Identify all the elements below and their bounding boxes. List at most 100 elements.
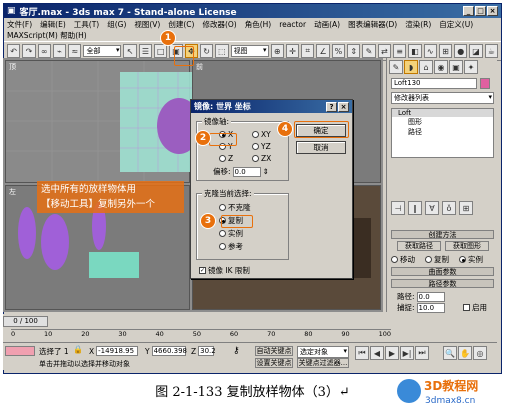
stack-item-path[interactable]: 路径 xyxy=(392,127,493,137)
creation-method-rollout[interactable]: 创建方法 xyxy=(391,230,494,239)
redo-icon[interactable]: ↷ xyxy=(22,44,36,58)
instance-radio[interactable]: 实例 xyxy=(219,228,243,239)
select-by-name-icon[interactable]: ☰ xyxy=(138,44,153,58)
selection-filter-select[interactable]: 全部 xyxy=(83,45,122,57)
offset-spinner[interactable]: 偏移: 0.0 ⇕ xyxy=(213,166,269,177)
angle-snap-icon[interactable]: ∠ xyxy=(316,44,330,58)
show-end-result-icon[interactable]: ‖ xyxy=(408,201,422,215)
menu-create[interactable]: 创建(C) xyxy=(168,19,194,30)
reference-radio[interactable]: 参考 xyxy=(219,241,243,252)
undo-icon[interactable]: ↶ xyxy=(7,44,21,58)
make-unique-icon[interactable]: ∀ xyxy=(425,201,439,215)
pan-icon[interactable]: ✋ xyxy=(458,346,472,360)
mirror-ik-checkbox[interactable]: ✓ 镜像 IK 限制 xyxy=(199,265,250,276)
material-editor-icon[interactable]: ● xyxy=(454,44,468,58)
orbit-icon[interactable]: ◎ xyxy=(473,346,487,360)
selected-object-select[interactable]: 选定对象 xyxy=(297,346,349,358)
menu-rendering[interactable]: 渲染(R) xyxy=(405,19,431,30)
menu-tools[interactable]: 工具(T) xyxy=(74,19,99,30)
named-selection-icon[interactable]: ✎ xyxy=(362,44,376,58)
go-to-start-icon[interactable]: ⏮ xyxy=(355,346,369,360)
get-shape-button[interactable]: 获取图形 xyxy=(445,241,489,251)
help-button[interactable]: ? xyxy=(326,101,337,112)
scale-icon[interactable]: ⬚ xyxy=(215,44,229,58)
display-tab-icon[interactable]: ▣ xyxy=(449,60,463,74)
hierarchy-tab-icon[interactable]: ⌂ xyxy=(419,60,433,74)
configure-modifier-icon[interactable]: ⊞ xyxy=(459,201,473,215)
track-bar[interactable]: 0 10 20 30 40 50 60 70 80 90 100 xyxy=(11,329,391,341)
go-to-end-icon[interactable]: ⏭ xyxy=(415,346,429,360)
manipulate-icon[interactable]: ✛ xyxy=(285,44,300,58)
align-icon[interactable]: ≡ xyxy=(392,44,407,58)
enable-checkbox[interactable]: 启用 xyxy=(463,302,487,313)
cancel-button[interactable]: 取消 xyxy=(296,141,346,154)
z-coord[interactable]: Z 30.2 xyxy=(191,346,216,356)
set-key-button[interactable]: 设置关键点 xyxy=(255,358,293,368)
remove-modifier-icon[interactable]: ǒ xyxy=(442,201,456,215)
close-button[interactable]: × xyxy=(487,6,498,16)
motion-tab-icon[interactable]: ◉ xyxy=(434,60,448,74)
object-color-swatch[interactable] xyxy=(480,78,490,89)
dialog-close-button[interactable]: × xyxy=(338,101,349,112)
link-icon[interactable]: ∞ xyxy=(37,44,51,58)
menu-customize[interactable]: 自定义(U) xyxy=(439,19,473,30)
stack-item-shape[interactable]: 图形 xyxy=(392,117,493,127)
rotate-icon[interactable]: ↻ xyxy=(199,44,214,58)
lock-icon[interactable]: 🔒 xyxy=(73,345,83,354)
menu-edit[interactable]: 编辑(E) xyxy=(40,19,66,30)
render-setup-icon[interactable]: ◪ xyxy=(469,44,483,58)
path-spinner[interactable]: 路径: 0.0 xyxy=(397,291,445,302)
path-params-rollout[interactable]: 路径参数 xyxy=(391,279,494,288)
snap-spinner[interactable]: 捕捉: 10.0 xyxy=(397,302,445,313)
zoom-icon[interactable]: 🔍 xyxy=(443,346,457,360)
menu-reactor[interactable]: reactor xyxy=(279,20,306,29)
axis-yz-radio[interactable]: YZ xyxy=(252,142,271,151)
object-name-field[interactable]: Loft130 xyxy=(391,78,477,89)
x-coord[interactable]: X -14918.95 xyxy=(89,346,139,356)
get-path-button[interactable]: 获取路径 xyxy=(397,241,441,251)
unlink-icon[interactable]: ⌁ xyxy=(52,44,67,58)
play-icon[interactable]: ▶ xyxy=(385,346,399,360)
next-frame-icon[interactable]: ▶| xyxy=(400,346,414,360)
utilities-tab-icon[interactable]: ✦ xyxy=(464,60,478,74)
pin-stack-icon[interactable]: ⊣ xyxy=(391,201,405,215)
menu-character[interactable]: 角色(H) xyxy=(245,19,272,30)
key-filters-button[interactable]: 关键点过滤器... xyxy=(297,358,349,368)
curve-editor-icon[interactable]: ∿ xyxy=(423,44,437,58)
maxscript-listener[interactable] xyxy=(5,346,35,356)
y-coord[interactable]: Y 4660.398 xyxy=(145,346,187,356)
create-tab-icon[interactable]: ✎ xyxy=(389,60,403,74)
axis-z-radio[interactable]: Z xyxy=(219,154,233,163)
instance-option-radio[interactable]: 实例 xyxy=(459,254,483,265)
modify-tab-icon[interactable]: ◗ xyxy=(404,60,418,74)
mirror-icon[interactable]: ⇄ xyxy=(377,44,391,58)
menu-animation[interactable]: 动画(A) xyxy=(314,19,340,30)
schematic-icon[interactable]: ⊞ xyxy=(438,44,453,58)
copy-option-radio[interactable]: 复制 xyxy=(425,254,449,265)
layer-icon[interactable]: ◧ xyxy=(408,44,422,58)
surface-params-rollout[interactable]: 曲面参数 xyxy=(391,267,494,276)
axis-xy-radio[interactable]: XY xyxy=(252,130,271,139)
menu-group[interactable]: 组(G) xyxy=(107,19,126,30)
pivot-icon[interactable]: ⊕ xyxy=(270,44,284,58)
key-icon[interactable]: ⚷ xyxy=(233,346,240,356)
select-icon[interactable]: ↖ xyxy=(123,44,137,58)
reference-coord-select[interactable]: 视图 xyxy=(230,45,269,57)
spinner-snap-icon[interactable]: ⇕ xyxy=(347,44,361,58)
time-slider[interactable]: 0 / 100 xyxy=(3,316,48,327)
rect-select-icon[interactable]: □ xyxy=(154,44,168,58)
prev-frame-icon[interactable]: ◀ xyxy=(370,346,384,360)
axis-zx-radio[interactable]: ZX xyxy=(252,154,271,163)
menu-modifiers[interactable]: 修改器(O) xyxy=(202,19,236,30)
no-clone-radio[interactable]: 不克隆 xyxy=(219,202,251,213)
menu-graph-editors[interactable]: 图表编辑器(D) xyxy=(348,19,397,30)
bind-icon[interactable]: ≈ xyxy=(68,44,82,58)
snap-icon[interactable]: ⌗ xyxy=(301,44,315,58)
auto-key-button[interactable]: 自动关键点 xyxy=(255,346,293,356)
modifier-list-select[interactable]: 修改器列表 xyxy=(391,92,494,104)
menu-file[interactable]: 文件(F) xyxy=(7,19,32,30)
minimize-button[interactable]: _ xyxy=(463,6,474,16)
stack-item-loft[interactable]: Loft xyxy=(392,109,493,117)
menu-maxscript-help[interactable]: MAXScript(M) 帮助(H) xyxy=(7,30,87,41)
maximize-button[interactable]: □ xyxy=(475,6,486,16)
